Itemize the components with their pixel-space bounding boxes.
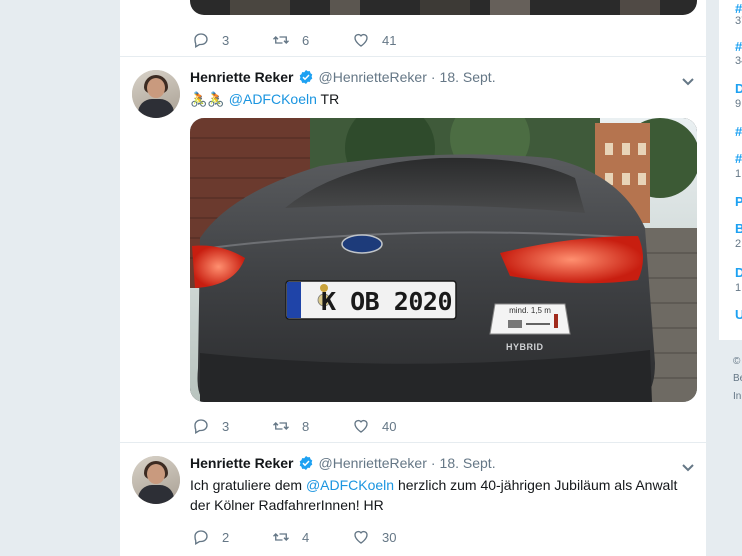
trend-item[interactable]: P (735, 195, 742, 209)
trend-item[interactable]: U (735, 308, 742, 322)
trend-count: 9 (735, 98, 742, 110)
trend-count: 2. (735, 238, 742, 250)
verified-badge-icon (299, 70, 312, 84)
mention-link[interactable]: @ADFCKoeln (229, 91, 317, 107)
trends-panel: # 37 # 34 D 9 # # 1. P B 2. D 1. U (719, 0, 742, 340)
retweet-icon (273, 36, 289, 44)
footer-link[interactable]: © (733, 356, 740, 368)
separator-dot: · (430, 455, 436, 471)
footer-link[interactable]: In (733, 391, 741, 403)
license-plate-text: K OB 2020 (321, 286, 452, 316)
avatar[interactable] (132, 456, 180, 504)
trend-item[interactable]: D (735, 82, 742, 96)
trend-item[interactable]: # (735, 2, 742, 16)
like-count: 41 (382, 32, 397, 48)
like-count: 40 (382, 418, 397, 434)
reply-button[interactable]: 2 (192, 528, 272, 546)
trend-count: 1. (735, 168, 742, 180)
like-count: 30 (382, 529, 397, 545)
previous-tweet-actions: 3 6 41 (192, 30, 442, 50)
reply-button[interactable]: 3 (192, 417, 272, 435)
heart-icon (354, 33, 368, 47)
trend-count: 1. (735, 282, 742, 294)
previous-tweet-media[interactable] (190, 0, 697, 15)
author-handle[interactable]: @HenrietteReker (319, 455, 427, 471)
sticker-text: mind. 1,5 m (509, 306, 551, 315)
car-photo-illustration (190, 118, 697, 402)
chevron-down-icon (682, 464, 694, 472)
like-button[interactable]: 40 (352, 417, 442, 435)
retweet-button[interactable]: 8 (272, 417, 352, 435)
author-name[interactable]: Henriette Reker (190, 455, 294, 471)
verified-badge-icon (299, 456, 312, 470)
trend-item[interactable]: # (735, 40, 742, 54)
trend-count: 34 (735, 55, 742, 67)
reply-count: 2 (222, 529, 230, 545)
trend-count: 37 (735, 15, 742, 27)
tweet-date[interactable]: 18. Sept. (440, 69, 496, 85)
like-button[interactable]: 30 (352, 528, 442, 546)
separator-dot: · (430, 69, 436, 85)
heart-icon (354, 419, 368, 433)
tweet-text-suffix: TR (320, 91, 340, 107)
tweet-text-prefix: Ich gratuliere dem (190, 477, 306, 493)
reply-icon (194, 530, 208, 545)
reply-count: 3 (222, 32, 230, 48)
retweet-button[interactable]: 4 (272, 528, 352, 546)
tweet-actions: 3 8 40 (192, 416, 442, 436)
retweet-count: 8 (302, 418, 310, 434)
trend-item[interactable]: # (735, 152, 742, 166)
trend-item[interactable]: # (735, 125, 742, 139)
tweet-photo[interactable]: K OB 2020 mind. 1,5 m HYBRID (190, 118, 697, 402)
author-handle[interactable]: @HenrietteReker (319, 69, 427, 85)
chevron-down-icon (682, 78, 694, 86)
author-name[interactable]: Henriette Reker (190, 69, 294, 85)
tweet-text: 🚴🚴 @ADFCKoeln TR (190, 89, 695, 109)
reply-count: 3 (222, 418, 230, 434)
mention-link[interactable]: @ADFCKoeln (306, 477, 394, 493)
timeline: 3 6 41 Henriette Reker @HenrietteReker ·… (119, 0, 708, 556)
retweet-button[interactable]: 6 (272, 31, 352, 49)
tweet-text: Ich gratuliere dem @ADFCKoeln herzlich z… (190, 475, 695, 515)
hybrid-badge: HYBRID (506, 342, 544, 352)
tweet-card[interactable]: Henriette Reker @HenrietteReker · 18. Se… (120, 442, 708, 556)
retweet-icon (273, 422, 289, 430)
tweet-menu-button[interactable] (680, 459, 696, 475)
tweet-date[interactable]: 18. Sept. (440, 455, 496, 471)
heart-icon (354, 530, 368, 544)
tweet-header: Henriette Reker @HenrietteReker · 18. Se… (190, 69, 496, 85)
like-button[interactable]: 41 (352, 31, 442, 49)
tweet-menu-button[interactable] (680, 73, 696, 89)
reply-button[interactable]: 3 (192, 31, 272, 49)
avatar[interactable] (132, 70, 180, 118)
bicycle-emoji: 🚴🚴 (190, 91, 225, 107)
trend-item[interactable]: B (735, 222, 742, 236)
tweet-actions: 2 4 30 (192, 527, 442, 547)
reply-icon (194, 419, 208, 434)
reply-icon (194, 33, 208, 48)
tweet-card[interactable]: Henriette Reker @HenrietteReker · 18. Se… (120, 56, 708, 442)
retweet-icon (273, 533, 289, 541)
retweet-count: 6 (302, 32, 310, 48)
trend-item[interactable]: D (735, 266, 742, 280)
footer-link[interactable]: Be (733, 373, 742, 385)
tweet-header: Henriette Reker @HenrietteReker · 18. Se… (190, 455, 496, 471)
retweet-count: 4 (302, 529, 310, 545)
